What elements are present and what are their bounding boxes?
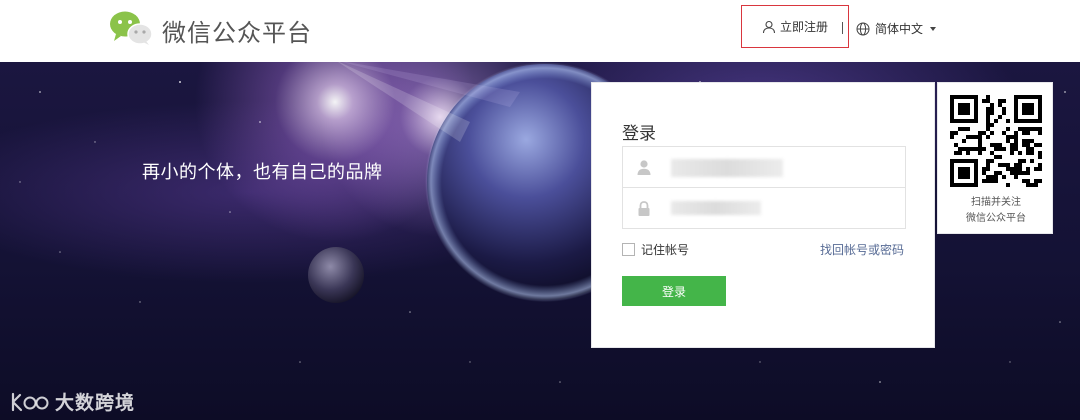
remember-label: 记住帐号 <box>641 243 690 257</box>
top-header: 微信公众平台 立即注册 简体中文 <box>0 0 1080 62</box>
remember-account-toggle[interactable]: 记住帐号 <box>622 241 689 258</box>
register-label: 立即注册 <box>779 20 828 34</box>
qr-panel: 扫描并关注 微信公众平台 <box>937 82 1053 234</box>
watermark: 大数跨境 <box>10 388 135 415</box>
qr-code-icon <box>950 95 1042 187</box>
password-field[interactable] <box>622 187 906 229</box>
language-label: 简体中文 <box>875 22 924 36</box>
remember-checkbox[interactable] <box>622 243 635 256</box>
language-selector[interactable]: 简体中文 <box>856 20 937 37</box>
chevron-down-icon <box>930 26 937 31</box>
qr-caption-line1: 扫描并关注 <box>971 197 1021 208</box>
account-value-redacted <box>671 159 783 177</box>
password-value-redacted <box>671 201 761 215</box>
watermark-text: 大数跨境 <box>55 392 136 414</box>
person-icon <box>637 160 651 175</box>
globe-icon <box>856 22 870 35</box>
user-icon <box>762 20 776 33</box>
forgot-account-link[interactable]: 找回帐号或密码 <box>820 241 904 258</box>
watermark-logo-icon <box>11 392 49 411</box>
login-button[interactable]: 登录 <box>622 276 726 306</box>
account-field[interactable] <box>622 146 906 188</box>
wechat-logo-icon <box>110 11 153 45</box>
lock-icon <box>638 201 650 216</box>
qr-caption-line2: 微信公众平台 <box>966 213 1026 224</box>
register-button[interactable]: 立即注册 <box>741 5 849 48</box>
login-panel: 登录 记住帐号 找回帐号或密码 登录 <box>591 82 935 348</box>
login-title: 登录 <box>622 124 656 144</box>
header-divider <box>842 22 843 34</box>
brand-title: 微信公众平台 <box>162 19 312 47</box>
hero-tagline: 再小的个体，也有自己的品牌 <box>142 162 383 183</box>
